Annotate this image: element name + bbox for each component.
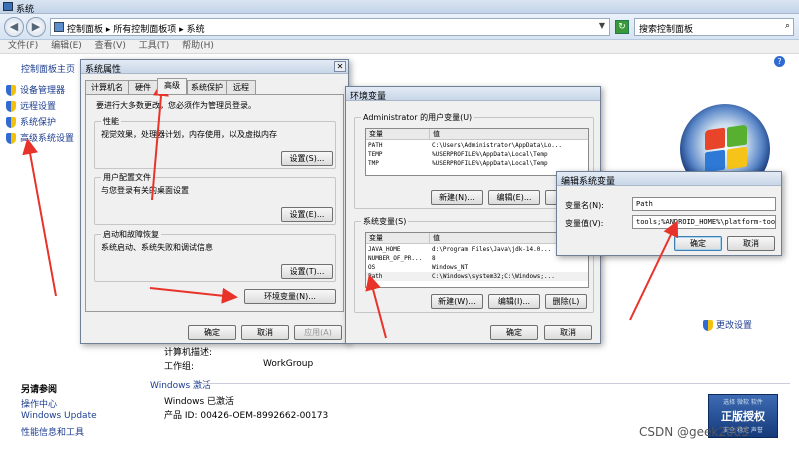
ok-button[interactable]: 确定: [188, 325, 236, 340]
menu-bar: 文件(F) 编辑(E) 查看(V) 工具(T) 帮助(H): [0, 40, 799, 54]
crumb-system[interactable]: 系统: [187, 25, 205, 35]
table-row[interactable]: TEMP %USERPROFILE%\AppData\Local\Temp: [366, 150, 588, 159]
performance-tools-link[interactable]: 性能信息和工具: [21, 425, 84, 438]
search-input[interactable]: 搜索控制面板 ⌕: [634, 18, 794, 36]
shield-icon: [6, 101, 16, 112]
section-divider: [200, 383, 790, 384]
crumb-control-panel[interactable]: 控制面板: [67, 25, 103, 35]
cancel-button[interactable]: 取消: [241, 325, 289, 340]
tab-system-protection[interactable]: 系统保护: [187, 80, 227, 94]
activation-title: Windows 激活: [150, 381, 212, 391]
table-row[interactable]: PATH C:\Users\Administrator\AppData\Lo..…: [366, 141, 588, 150]
ok-button[interactable]: 确定: [490, 325, 538, 340]
cancel-button[interactable]: 取消: [544, 325, 592, 340]
menu-file[interactable]: 文件(F): [8, 40, 38, 53]
table-row[interactable]: TMP %USERPROFILE%\AppData\Local\Temp: [366, 159, 588, 168]
computer-description-label: 计算机描述:: [164, 348, 213, 358]
dialog-title: 编辑系统变量: [561, 177, 616, 187]
shield-icon: [6, 133, 16, 144]
product-id: 产品 ID: 00426-OEM-8992662-00173: [164, 411, 329, 421]
workgroup-value: WorkGroup: [263, 359, 314, 369]
nav-device-manager[interactable]: 设备管理器: [6, 83, 65, 96]
dialog-title: 系统属性: [85, 65, 122, 75]
col-variable[interactable]: 变量: [366, 129, 430, 140]
menu-view[interactable]: 查看(V): [95, 40, 126, 53]
variable-name-field[interactable]: Path: [632, 197, 776, 211]
user-variables-table[interactable]: 变量 值 PATH C:\Users\Administrator\AppData…: [365, 128, 589, 176]
user-profile-group: 用户配置文件 与您登录有关的桌面设置 设置(E)...: [94, 172, 336, 225]
system-edit-button[interactable]: 编辑(I)...: [488, 294, 540, 309]
shield-icon: [6, 117, 16, 128]
admin-note: 要进行大多数更改，您必须作为管理员登录。: [96, 101, 256, 110]
nav-advanced-settings[interactable]: 高级系统设置: [6, 131, 74, 144]
user-edit-button[interactable]: 编辑(E)...: [488, 190, 540, 205]
search-icon[interactable]: ⌕: [785, 21, 790, 31]
close-icon[interactable]: ✕: [334, 61, 346, 72]
back-arrow-icon[interactable]: ◀: [4, 17, 24, 37]
forward-arrow-icon[interactable]: ▶: [26, 17, 46, 37]
activation-status: Windows 已激活: [164, 397, 235, 407]
cancel-button[interactable]: 取消: [727, 236, 775, 251]
shield-icon: [703, 320, 713, 331]
col-value[interactable]: 值: [430, 129, 588, 140]
performance-group: 性能 视觉效果，处理器计划，内存使用，以及虚拟内存 设置(S)...: [94, 116, 336, 169]
system-delete-button[interactable]: 删除(L): [545, 294, 587, 309]
dropdown-icon[interactable]: ▼: [599, 21, 605, 30]
control-panel-icon: [54, 22, 64, 32]
system-new-button[interactable]: 新建(W)...: [431, 294, 483, 309]
ok-button[interactable]: 确定: [674, 236, 722, 251]
startup-settings-button[interactable]: 设置(T)...: [281, 264, 333, 279]
edit-system-variable-dialog: 编辑系统变量 变量名(N): Path 变量值(V): tools;%ANDRO…: [556, 171, 782, 256]
nav-remote-settings[interactable]: 远程设置: [6, 99, 56, 112]
menu-tools[interactable]: 工具(T): [139, 40, 170, 53]
variable-value-label: 变量值(V):: [565, 219, 604, 228]
table-row[interactable]: JAVA_HOME d:\Program Files\Java\jdk-14.0…: [366, 245, 588, 254]
tab-remote[interactable]: 远程: [226, 80, 256, 94]
address-toolbar: ◀ ▶ 控制面板 ▸ 所有控制面板项 ▸ 系统 ▼ ↻ 搜索控制面板 ⌕: [0, 14, 799, 40]
environment-variables-button[interactable]: 环境变量(N)...: [244, 289, 336, 304]
table-row[interactable]: NUMBER_OF_PR... 8: [366, 254, 588, 263]
windows-update-link[interactable]: Windows Update: [21, 411, 97, 421]
tab-advanced[interactable]: 高级: [157, 78, 187, 94]
see-also-heading: 另请参阅: [21, 385, 58, 395]
tab-panel: 要进行大多数更改，您必须作为管理员登录。 性能 视觉效果，处理器计划，内存使用，…: [85, 94, 344, 312]
control-panel-home-link[interactable]: 控制面板主页: [21, 62, 75, 75]
workgroup-label: 工作组:: [164, 362, 195, 372]
tab-computer-name[interactable]: 计算机名: [85, 80, 129, 94]
profile-settings-button[interactable]: 设置(E)...: [281, 207, 333, 222]
menu-help[interactable]: 帮助(H): [182, 40, 214, 53]
col-variable[interactable]: 变量: [366, 233, 430, 244]
crumb-all-items[interactable]: 所有控制面板项: [113, 25, 176, 35]
address-bar[interactable]: 控制面板 ▸ 所有控制面板项 ▸ 系统 ▼: [50, 18, 610, 36]
help-icon[interactable]: ?: [774, 56, 785, 67]
menu-edit[interactable]: 编辑(E): [51, 40, 82, 53]
system-icon: [3, 2, 13, 11]
search-placeholder: 搜索控制面板: [639, 25, 694, 35]
window-titlebar: 系统: [0, 0, 799, 15]
nav-system-protection[interactable]: 系统保护: [6, 115, 56, 128]
table-row[interactable]: OS Windows_NT: [366, 263, 588, 272]
action-center-link[interactable]: 操作中心: [21, 397, 57, 410]
change-settings-link[interactable]: 更改设置: [703, 318, 752, 331]
user-new-button[interactable]: 新建(N)...: [431, 190, 483, 205]
tab-hardware[interactable]: 硬件: [128, 80, 158, 94]
apply-button[interactable]: 应用(A): [294, 325, 342, 340]
watermark: CSDN @geek2003: [639, 425, 749, 439]
performance-settings-button[interactable]: 设置(S)...: [281, 151, 333, 166]
shield-icon: [6, 85, 16, 96]
variable-name-label: 变量名(N):: [565, 201, 604, 210]
startup-recovery-group: 启动和故障恢复 系统启动、系统失败和调试信息 设置(T)...: [94, 229, 336, 282]
system-properties-dialog: 系统属性 ✕ 计算机名 硬件 高级 系统保护 远程 要进行大多数更改，您必须作为…: [80, 59, 349, 344]
refresh-icon[interactable]: ↻: [615, 20, 629, 34]
table-row-selected[interactable]: Path C:\Windows\system32;C:\Windows;...: [366, 272, 588, 281]
dialog-title: 环境变量: [350, 92, 387, 102]
variable-value-field[interactable]: tools;%ANDROID_HOME%\platform-tools: [632, 215, 776, 229]
